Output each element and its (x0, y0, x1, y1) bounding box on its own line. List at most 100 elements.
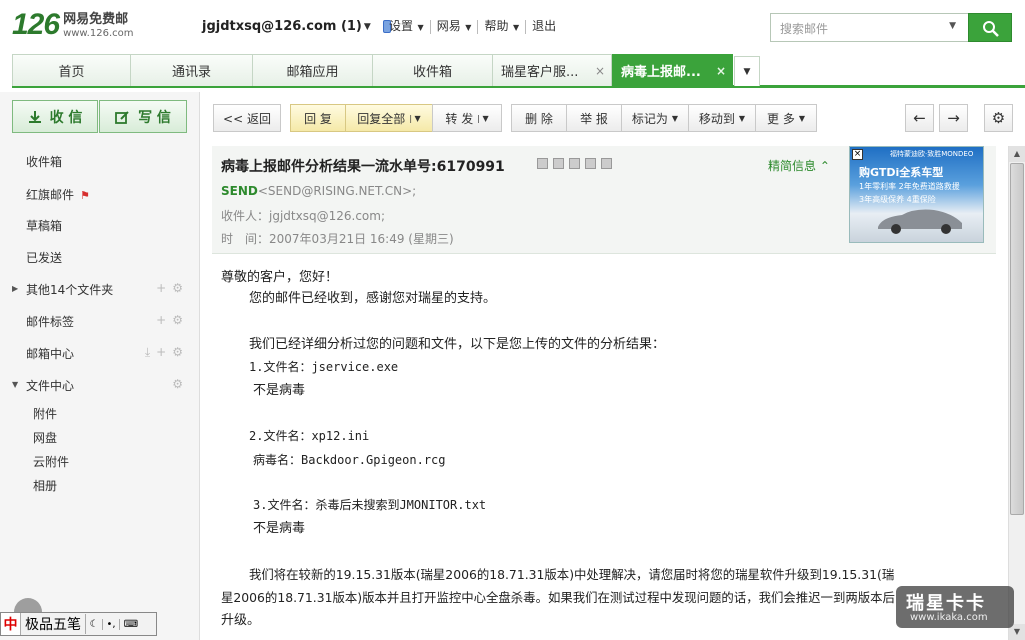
reply-all-button[interactable]: 回复全部 | ▼ (345, 104, 433, 132)
folder-ops: +⚙ (156, 281, 189, 295)
brief-info-toggle[interactable]: 精简信息 ⌃ (768, 157, 830, 174)
sidebar-item-file-center[interactable]: 文件中心 (26, 377, 74, 394)
reply-button[interactable]: 回 复 (290, 104, 346, 132)
scroll-thumb[interactable] (1010, 163, 1024, 515)
search-placeholder: 搜索邮件 (780, 22, 829, 36)
topnav-logout[interactable]: 退出 (526, 20, 562, 34)
expand-right-icon[interactable]: ▶ (12, 284, 18, 293)
tab-virus-report[interactable]: 病毒上报邮... × (612, 54, 733, 86)
sidebar-item-inbox[interactable]: 收件箱 (26, 153, 62, 170)
chevron-down-icon[interactable]: | ▼ (409, 114, 420, 123)
logo-name: 网易免费邮 (63, 12, 129, 27)
sidebar-item-mail-center[interactable]: 邮箱中心 (26, 345, 74, 362)
sidebar-item-flagged[interactable]: 红旗邮件 ⚑ (26, 186, 90, 203)
logo[interactable]: 126 网易免费邮 www.126.com (12, 10, 133, 41)
search-button[interactable] (968, 13, 1012, 42)
note-icon[interactable] (585, 158, 596, 169)
next-mail-button[interactable]: → (939, 104, 968, 132)
tab-inbox[interactable]: 收件箱 (372, 54, 493, 86)
more-button[interactable]: 更 多 ▼ (755, 104, 817, 132)
unread-icon[interactable] (537, 158, 548, 169)
gear-icon[interactable]: ⚙ (172, 313, 189, 327)
sidebar-item-labels[interactable]: 邮件标签 (26, 313, 74, 330)
chevron-down-icon: ▼ (743, 66, 751, 77)
add-icon[interactable]: + (156, 345, 172, 359)
mark-as-button[interactable]: 标记为 ▼ (621, 104, 689, 132)
search-input[interactable]: 搜索邮件 ▼ (770, 13, 969, 42)
close-icon[interactable]: × (852, 149, 863, 160)
main-tabs: 首页 通讯录 邮箱应用 收件箱 瑞星客户服... × 病毒上报邮... × ▼ (12, 54, 1025, 88)
punctuation-icon[interactable]: •, (103, 618, 120, 630)
topnav-settings[interactable]: 设置 ▼ (383, 20, 431, 34)
gear-icon[interactable]: ⚙ (172, 281, 189, 295)
mail-from: SEND<SEND@RISING.NET.CN>; (221, 184, 416, 198)
mail-header: 病毒上报邮件分析结果一流水单号:6170991 精简信息 ⌃ SEND<SEND… (212, 146, 996, 254)
time-label: 时 间： (221, 232, 270, 246)
body-line: 不是病毒 (253, 383, 306, 398)
delete-label: 删 除 (525, 111, 553, 126)
tab-home[interactable]: 首页 (12, 54, 131, 86)
tab-more-button[interactable]: ▼ (734, 56, 760, 86)
forward-label: 转 发 (445, 111, 474, 126)
close-icon[interactable]: × (716, 64, 726, 78)
flag-icon[interactable] (553, 158, 564, 169)
topnav-netease[interactable]: 网易 ▼ (431, 20, 479, 34)
topnav-help[interactable]: 帮助 ▼ (478, 20, 527, 34)
mail-toolbar: << 返回 回 复 回复全部 | ▼ 转 发 | ▼ 删 除 举 报 标记为 ▼ 移动… (201, 92, 1025, 144)
add-icon[interactable]: + (156, 313, 172, 327)
reply-label: 回 复 (304, 111, 332, 126)
gear-icon[interactable]: ⚙ (172, 345, 189, 359)
sidebar-item-sent[interactable]: 已发送 (26, 249, 62, 266)
back-label: << 返回 (223, 111, 271, 126)
chevron-down-icon: ▼ (671, 113, 679, 123)
report-button[interactable]: 举 报 (566, 104, 622, 132)
ime-toolbar[interactable]: 中 极品五笔 ☾ •, ⌨ (0, 612, 157, 636)
sidebar-item-drafts[interactable]: 草稿箱 (26, 217, 62, 234)
ime-name[interactable]: 极品五笔 (21, 614, 86, 634)
delete-button[interactable]: 删 除 (511, 104, 567, 132)
compose-button[interactable]: 写 信 (99, 100, 187, 133)
ime-logo[interactable]: 中 (1, 613, 21, 635)
ad-banner[interactable]: × 福特蒙迪欧·致胜MONDEO 购GTDi全系车型 1年零利率 2年免费道路救… (849, 146, 984, 243)
chevron-down-icon[interactable]: ▼ (949, 21, 956, 31)
recipient-address[interactable]: jgjdtxsq@126.com; (269, 209, 385, 223)
sender-name[interactable]: SEND (221, 184, 258, 198)
user-account[interactable]: jgjdtxsq@126.com (1) ▼ (202, 19, 391, 34)
download-icon[interactable]: ⤓ (145, 345, 156, 359)
tab-label: 首页 (58, 65, 85, 80)
prev-mail-button[interactable]: ← (905, 104, 934, 132)
keyboard-icon[interactable]: ⌨ (120, 619, 142, 630)
chevron-down-icon[interactable]: | ▼ (477, 114, 488, 123)
expand-down-icon[interactable]: ▼ (12, 380, 18, 389)
back-button[interactable]: << 返回 (213, 104, 281, 132)
body-line: 2.文件名：xp12.ini (249, 429, 370, 443)
tab-apps[interactable]: 邮箱应用 (252, 54, 373, 86)
mail-scrollbar[interactable]: ▲ ▼ (1008, 146, 1025, 640)
chevron-down-icon: ▼ (510, 23, 520, 32)
sidebar-item-other-folders[interactable]: 其他14个文件夹 (26, 281, 113, 298)
print-icon[interactable] (601, 158, 612, 169)
brief-label: 精简信息 (768, 159, 817, 173)
gear-icon[interactable]: ⚙ (172, 377, 189, 391)
settings-button[interactable]: ⚙ (984, 104, 1013, 132)
move-to-button[interactable]: 移动到 ▼ (688, 104, 756, 132)
sidebar-item-attachments[interactable]: 附件 (33, 405, 57, 422)
add-contact-icon[interactable] (569, 158, 580, 169)
body-line: 我们将在较新的19.15.31版本(瑞星2006的18.71.31版本)中处理解… (249, 567, 895, 582)
sidebar-item-album[interactable]: 相册 (33, 477, 57, 494)
gear-icon: ⚙ (991, 109, 1006, 127)
receive-button[interactable]: 收 信 (12, 100, 98, 133)
download-icon (28, 110, 41, 123)
chevron-down-icon: ▼ (363, 21, 371, 32)
tab-rising-service[interactable]: 瑞星客户服... × (492, 54, 612, 86)
sidebar-item-netdisk[interactable]: 网盘 (33, 429, 57, 446)
body-line: 我们已经详细分析过您的问题和文件，以下是您上传的文件的分析结果： (249, 337, 666, 352)
close-icon[interactable]: × (595, 64, 605, 78)
scroll-up-icon[interactable]: ▲ (1009, 146, 1025, 162)
moon-icon[interactable]: ☾ (86, 618, 103, 630)
tab-contacts[interactable]: 通讯录 (130, 54, 253, 86)
add-icon[interactable]: + (156, 281, 172, 295)
sidebar-item-cloud-attachments[interactable]: 云附件 (33, 453, 69, 470)
forward-button[interactable]: 转 发 | ▼ (432, 104, 502, 132)
mail-view: 病毒上报邮件分析结果一流水单号:6170991 精简信息 ⌃ SEND<SEND… (212, 146, 998, 640)
